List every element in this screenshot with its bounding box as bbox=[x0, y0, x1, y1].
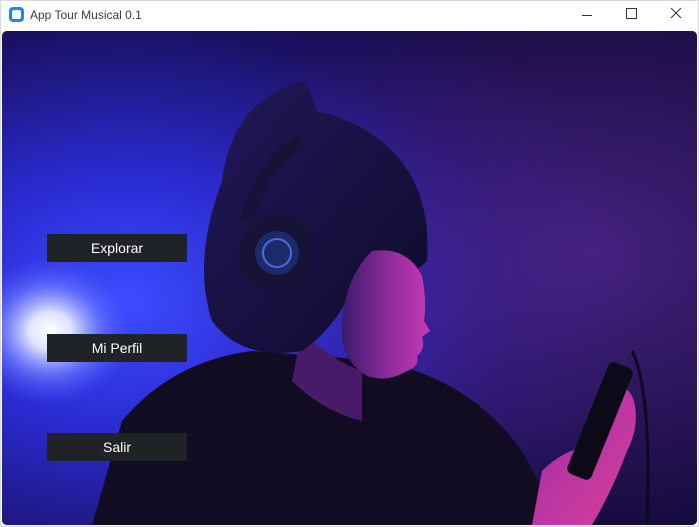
title-bar[interactable]: App Tour Musical 0.1 bbox=[1, 1, 698, 30]
maximize-icon bbox=[626, 8, 637, 19]
minimize-button[interactable] bbox=[564, 1, 610, 30]
window-title: App Tour Musical 0.1 bbox=[30, 8, 142, 22]
minimize-icon bbox=[582, 15, 592, 16]
maximize-button[interactable] bbox=[608, 1, 654, 30]
close-icon bbox=[670, 7, 682, 19]
exit-button[interactable]: Salir bbox=[47, 433, 187, 461]
explore-button[interactable]: Explorar bbox=[47, 234, 187, 262]
close-button[interactable] bbox=[653, 1, 699, 30]
main-content: Explorar Mi Perfil Salir bbox=[2, 31, 697, 525]
app-icon bbox=[9, 7, 24, 22]
app-window: App Tour Musical 0.1 Explorar Mi Perfil … bbox=[0, 0, 699, 527]
profile-button[interactable]: Mi Perfil bbox=[47, 334, 187, 362]
